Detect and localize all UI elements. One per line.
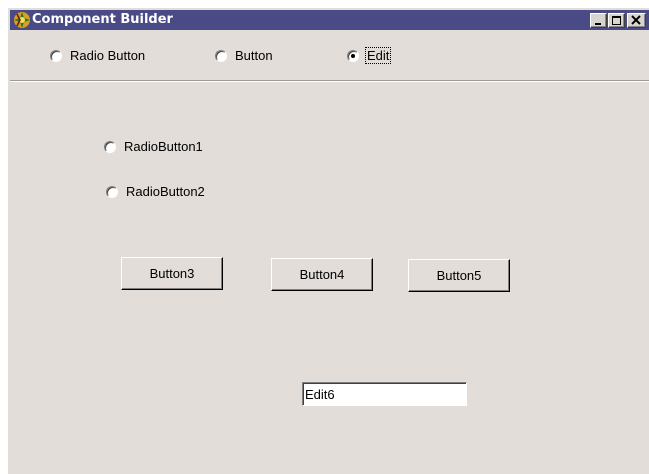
radio-indicator[interactable] bbox=[106, 185, 118, 198]
button-4[interactable]: Button4 bbox=[271, 258, 373, 291]
radio-button-2[interactable]: RadioButton2 bbox=[106, 184, 206, 199]
close-button[interactable] bbox=[627, 13, 646, 28]
minimize-button[interactable] bbox=[590, 13, 607, 28]
radio-option-label: Edit bbox=[364, 47, 392, 64]
minimize-icon bbox=[595, 23, 601, 25]
radio-label: RadioButton1 bbox=[124, 139, 203, 154]
maximize-icon bbox=[612, 16, 621, 25]
radio-label: RadioButton2 bbox=[126, 184, 205, 199]
button-3[interactable]: Button3 bbox=[121, 257, 223, 290]
radio-indicator[interactable] bbox=[104, 140, 116, 153]
radio-option-button[interactable]: Button bbox=[215, 48, 274, 63]
app-icon bbox=[14, 12, 30, 28]
radio-option-label: Radio Button bbox=[70, 48, 146, 63]
radio-button-1[interactable]: RadioButton1 bbox=[104, 139, 204, 154]
edit-field[interactable] bbox=[302, 382, 467, 406]
radio-option-label: Button bbox=[235, 48, 273, 63]
maximize-button[interactable] bbox=[608, 13, 625, 28]
component-type-bar: Radio Button Button Edit bbox=[10, 31, 649, 81]
button-5[interactable]: Button5 bbox=[408, 259, 510, 292]
radio-option-radio-button[interactable]: Radio Button bbox=[50, 48, 146, 63]
close-icon bbox=[631, 15, 641, 25]
title-bar[interactable]: Component Builder bbox=[10, 10, 649, 30]
radio-indicator[interactable] bbox=[50, 49, 62, 62]
radio-indicator[interactable] bbox=[215, 49, 227, 62]
radio-indicator-selected[interactable] bbox=[347, 49, 359, 62]
component-builder-window: Component Builder Radio Button Button Ed… bbox=[7, 7, 649, 474]
radio-option-edit[interactable]: Edit bbox=[347, 47, 392, 64]
window-title: Component Builder bbox=[32, 12, 173, 27]
